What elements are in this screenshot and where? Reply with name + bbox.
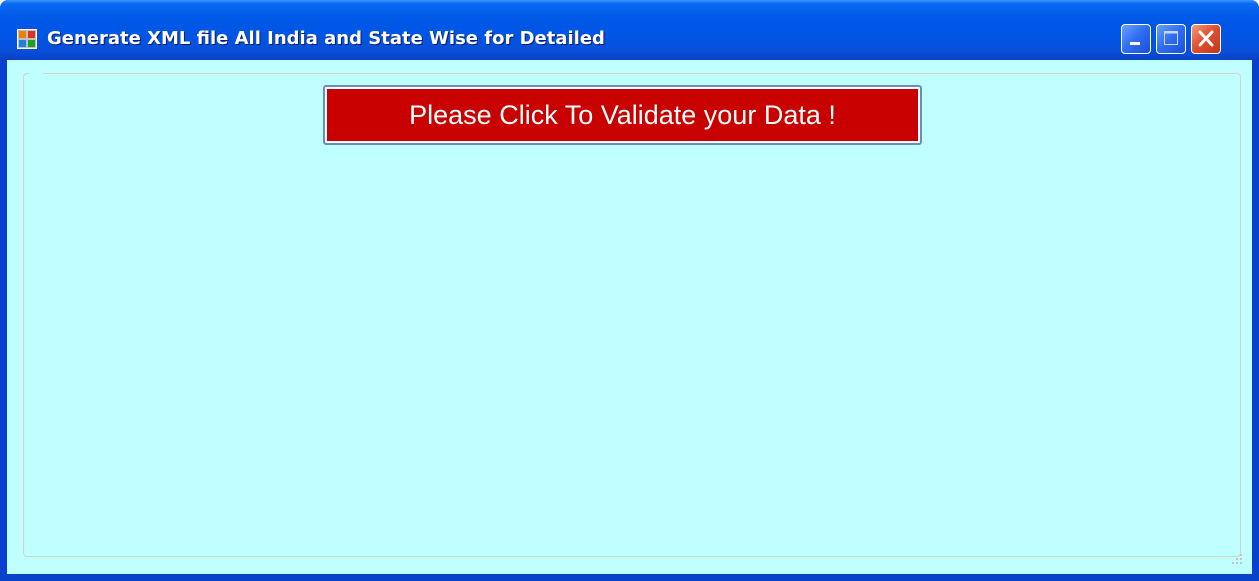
app-form-icon[interactable] xyxy=(17,29,37,49)
application-window: Generate XML file All India and State Wi… xyxy=(0,0,1259,581)
window-bottom-border xyxy=(0,574,1259,581)
close-button[interactable] xyxy=(1191,24,1221,54)
validate-data-button[interactable]: Please Click To Validate your Data ! xyxy=(323,85,922,145)
minimize-icon xyxy=(1130,42,1140,45)
form-client-area: Please Click To Validate your Data ! xyxy=(7,60,1252,574)
title-bar[interactable]: Generate XML file All India and State Wi… xyxy=(0,0,1259,60)
window-title: Generate XML file All India and State Wi… xyxy=(47,28,605,49)
validate-data-button-label: Please Click To Validate your Data ! xyxy=(327,89,918,141)
group-box-caption-gap xyxy=(29,71,43,75)
minimize-button[interactable] xyxy=(1121,24,1151,54)
resize-grip-icon[interactable] xyxy=(1230,552,1244,566)
maximize-button[interactable] xyxy=(1156,24,1186,54)
maximize-icon xyxy=(1164,31,1178,45)
group-box xyxy=(23,73,1241,557)
close-icon xyxy=(1198,30,1214,47)
